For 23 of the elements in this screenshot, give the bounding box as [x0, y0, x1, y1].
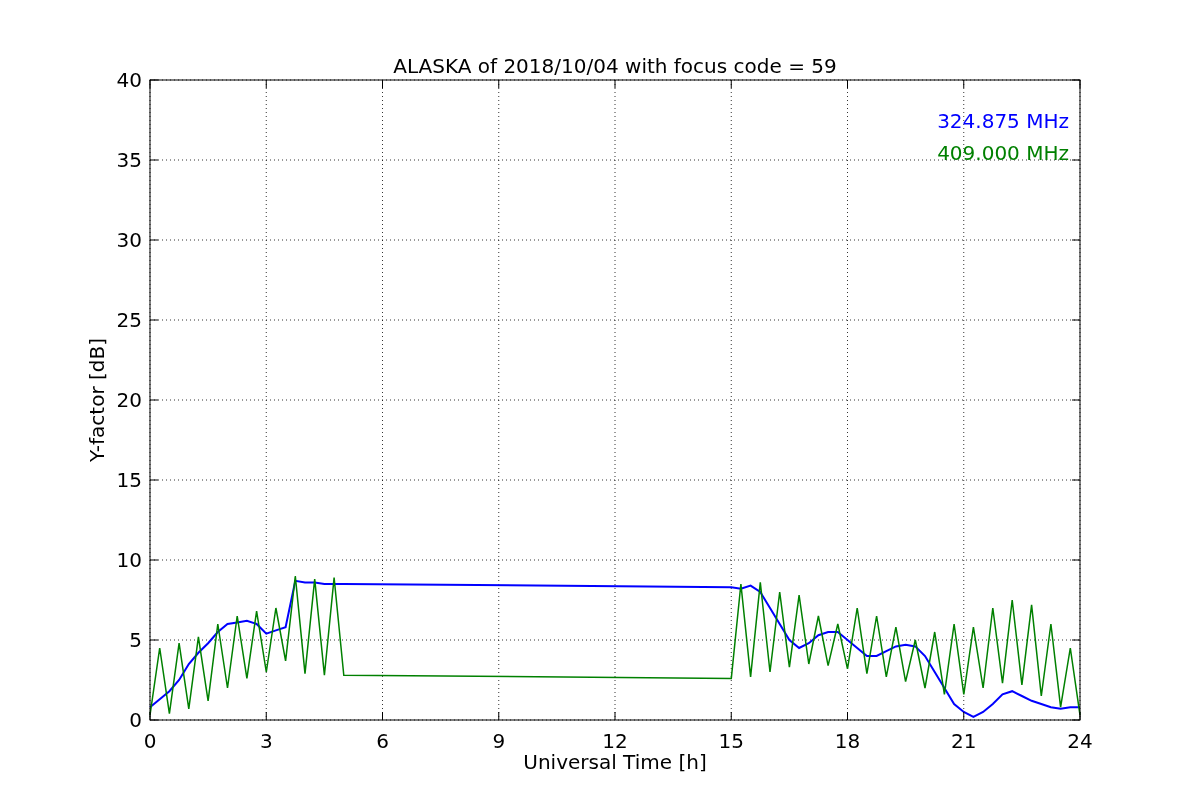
legend-label: 324.875 MHz [937, 109, 1069, 133]
axis-tick-label: 0 [143, 729, 157, 753]
axis-tick-label: 30 [116, 228, 142, 252]
axis-label: Y-factor [dB] [85, 338, 109, 462]
axis-tick-label: 21 [951, 729, 977, 753]
axis-tick-label: 18 [834, 729, 861, 753]
axis-tick-label: 25 [116, 308, 142, 332]
axis-tick-label: 12 [602, 729, 628, 753]
axis-tick-label: 20 [116, 388, 142, 412]
axis-label: Universal Time [h] [523, 750, 707, 774]
axis-tick-label: 35 [116, 148, 142, 172]
legend-label: 409.000 MHz [937, 141, 1069, 165]
axis-tick-label: 9 [492, 729, 506, 753]
axis-tick-label: 40 [116, 68, 142, 92]
axis-tick-label: 15 [116, 468, 142, 492]
axis-tick-label: 15 [718, 729, 744, 753]
axis-tick-label: 24 [1067, 729, 1093, 753]
axis-tick-label: 0 [129, 708, 142, 732]
axis-tick-label: 10 [116, 548, 142, 572]
chart-title: ALASKA of 2018/10/04 with focus code = 59 [393, 54, 837, 78]
axis-tick-label: 3 [259, 729, 273, 753]
axis-tick-label: 6 [376, 729, 389, 753]
axis-tick-label: 5 [129, 628, 142, 652]
